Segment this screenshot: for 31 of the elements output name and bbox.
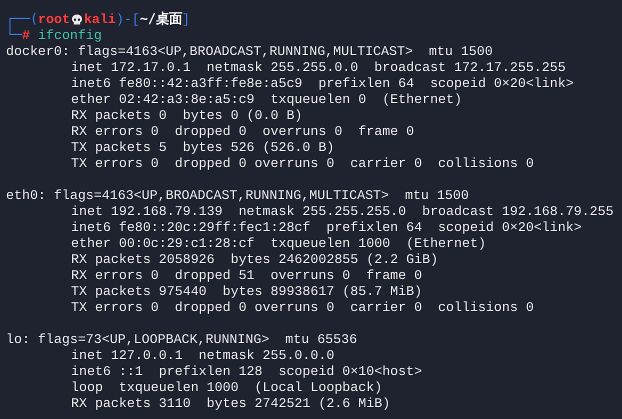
prompt-frame: )-[ xyxy=(116,12,140,28)
output-line: ether 02:42:a3:8e:a5:c9 txqueuelen 0 (Ethernet) xyxy=(71,92,462,108)
prompt-frame: └─ xyxy=(6,28,22,44)
output-line: inet6 ::1 prefixlen 128 scopeid 0×10<host> xyxy=(71,364,422,380)
output-line: RX packets 2058926 bytes 2462002855 (2.2 GiB) xyxy=(71,252,438,268)
prompt-directory: ~/桌面 xyxy=(140,12,182,28)
prompt-host: kali xyxy=(84,12,116,28)
prompt-frame: ] xyxy=(182,12,190,28)
output-line: RX packets 0 bytes 0 (0.0 B) xyxy=(71,108,302,124)
output-line: TX errors 0 dropped 0 overruns 0 carrier 0 collisions 0 xyxy=(71,300,534,316)
output-line: inet6 fe80::42:a3ff:fe8e:a5c9 prefixlen 64 scopeid 0×20<link> xyxy=(71,76,574,92)
interface-header: lo: flags=73<UP,LOOPBACK,RUNNING> mtu 65536 xyxy=(6,332,358,348)
output-line: inet 127.0.0.1 netmask 255.0.0.0 xyxy=(71,348,334,364)
output-line: RX errors 0 dropped 51 overruns 0 frame 0 xyxy=(71,268,422,284)
output-line: TX errors 0 dropped 0 overruns 0 carrier 0 collisions 0 xyxy=(71,156,534,172)
output-line: ether 00:0c:29:c1:28:cf txqueuelen 1000 (Ethernet) xyxy=(71,236,486,252)
output-line: loop txqueuelen 1000 (Local Loopback) xyxy=(71,380,382,396)
output-line: inet 172.17.0.1 netmask 255.255.0.0 broadcast 172.17.255.255 xyxy=(71,60,566,76)
skull-icon xyxy=(70,14,83,26)
output-line: TX packets 975440 bytes 89938617 (85.7 MiB) xyxy=(71,284,422,300)
output-line: RX packets 3110 bytes 2742521 (2.6 MiB) xyxy=(71,396,390,412)
prompt-frame: ┌──( xyxy=(6,12,38,28)
prompt-user: root xyxy=(38,12,70,28)
output-line: TX packets 5 bytes 526 (526.0 B) xyxy=(71,140,334,156)
command-text: ifconfig xyxy=(38,28,102,44)
interface-header: docker0: flags=4163<UP,BROADCAST,RUNNING,MULTICAST> mtu 1500 xyxy=(6,44,493,60)
output-line: inet6 fe80::20c:29ff:fec1:28cf prefixlen 64 scopeid 0×20<link> xyxy=(71,220,582,236)
prompt-symbol: # xyxy=(22,28,30,44)
interface-header: eth0: flags=4163<UP,BROADCAST,RUNNING,MULTICAST> mtu 1500 xyxy=(6,188,469,204)
output-line: inet 192.168.79.139 netmask 255.255.255.0 broadcast 192.168.79.255 xyxy=(71,204,614,220)
output-line: RX errors 0 dropped 0 overruns 0 frame 0 xyxy=(71,124,414,140)
